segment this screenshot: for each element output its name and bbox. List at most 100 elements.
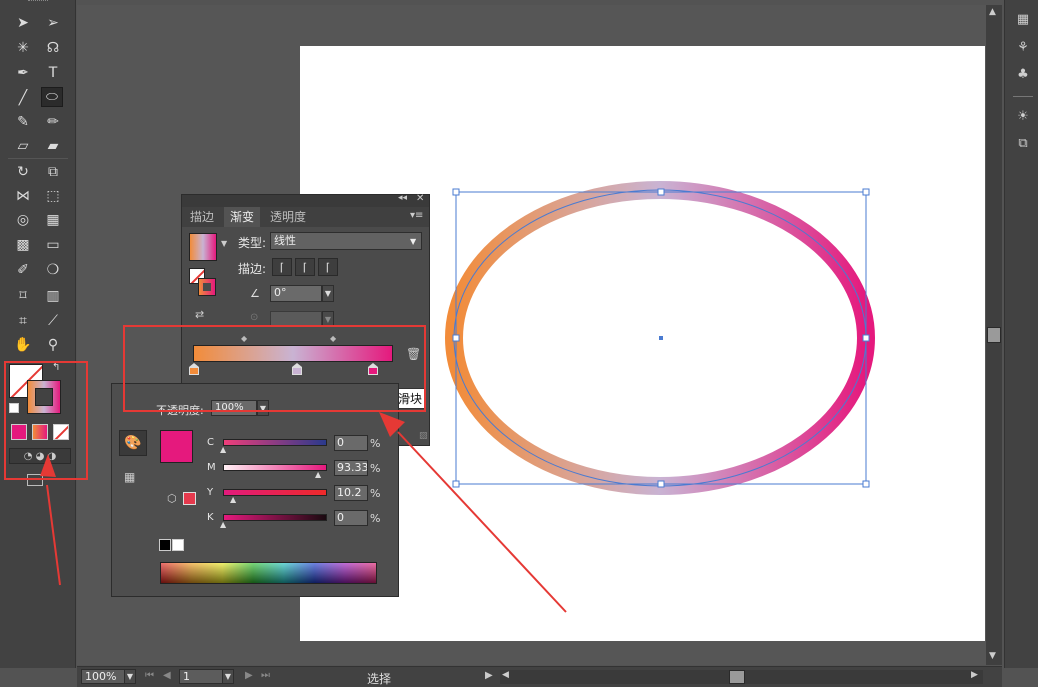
angle-dropdown-icon[interactable]: ▼ <box>322 285 334 302</box>
column-graph-icon[interactable]: ▥ <box>42 286 64 306</box>
last-artboard-icon[interactable]: ⏭ <box>261 670 270 681</box>
lasso-icon[interactable]: ☊ <box>42 38 64 58</box>
m-slider[interactable] <box>223 464 327 471</box>
y-value-field[interactable]: 10.2 <box>334 485 368 501</box>
tab-gradient[interactable]: 渐变 <box>224 207 261 227</box>
blob-brush-icon[interactable]: ▱ <box>12 136 34 156</box>
stroke-gradient-along-icon[interactable]: ⌈ <box>295 258 315 276</box>
vertical-scrollbar[interactable]: ▲ ▼ <box>986 5 1002 665</box>
close-panel-icon[interactable]: ✕ <box>416 193 424 204</box>
c-value-field[interactable]: 0 <box>334 435 368 451</box>
y-slider-thumb[interactable]: ▲ <box>230 495 236 504</box>
k-slider[interactable] <box>223 514 327 521</box>
stroke-indicator[interactable] <box>198 278 216 296</box>
mesh-icon[interactable]: ▩ <box>12 235 34 255</box>
eraser-icon[interactable]: ▰ <box>42 136 64 156</box>
vertical-scroll-thumb[interactable] <box>987 327 1001 343</box>
zoom-field[interactable]: 100% <box>81 669 125 684</box>
type-dropdown-icon[interactable]: ▼ <box>410 237 416 246</box>
k-value-field[interactable]: 0 <box>334 510 368 526</box>
tab-transparency[interactable]: 透明度 <box>264 207 312 227</box>
type-label: 类型: <box>238 236 267 250</box>
toolbar-grip[interactable] <box>28 0 48 4</box>
c-slider[interactable] <box>223 439 327 446</box>
collapse-panel-icon[interactable]: ◂◂ <box>398 193 407 203</box>
black-swatch[interactable] <box>159 539 171 551</box>
right-panel-dock: ▦ ⚘ ♣ ☀ ⧉ <box>1004 0 1038 668</box>
selection-bounding-box[interactable] <box>450 186 874 492</box>
zoom-icon[interactable]: ⚲ <box>42 335 64 355</box>
width-icon[interactable]: ⋈ <box>12 186 34 206</box>
artboard-number-field[interactable]: 1 <box>179 669 223 684</box>
perspective-grid-icon[interactable]: ▦ <box>42 210 64 230</box>
stroke-gradient-within-icon[interactable]: ⌈ <box>272 258 292 276</box>
scroll-up-icon[interactable]: ▲ <box>989 7 996 17</box>
ellipse-icon[interactable]: ⬭ <box>41 87 63 107</box>
pen-icon[interactable]: ✒ <box>12 63 34 83</box>
selection-icon[interactable]: ➤ <box>12 13 34 33</box>
reverse-gradient-icon[interactable]: ⇄ <box>195 308 204 321</box>
hand-icon[interactable]: ✋ <box>12 335 34 355</box>
paintbrush-icon[interactable]: ✎ <box>12 112 34 132</box>
stroke-gradient-across-icon[interactable]: ⌈ <box>318 258 338 276</box>
angle-icon: ∠ <box>250 287 260 300</box>
symbols-icon[interactable]: ♣ <box>1013 65 1033 83</box>
gradient-type-select[interactable]: 线性 <box>270 232 422 250</box>
current-color-swatch[interactable] <box>160 430 193 463</box>
panel-title-bar[interactable]: ◂◂ ✕ <box>182 193 429 207</box>
color-panel-tab-icon[interactable]: 🎨 <box>119 430 147 456</box>
swatches-icon[interactable]: ▦ <box>1013 10 1033 28</box>
channel-label-c: C <box>207 437 214 448</box>
k-unit: % <box>370 512 381 525</box>
symbol-sprayer-icon[interactable]: ⌑ <box>12 286 34 306</box>
resize-grip-icon[interactable]: ▨ <box>419 431 428 441</box>
horizontal-scroll-thumb[interactable] <box>729 670 745 684</box>
tab-stroke[interactable]: 描边 <box>184 207 220 227</box>
horizontal-scrollbar[interactable]: ◀ ▶ <box>500 670 983 684</box>
color-panel: 不透明度: 100% ▼ 🎨 ▦ ⬡ C ▲ 0 % M ▲ 93.33 % Y… <box>111 383 399 597</box>
zoom-dropdown-icon[interactable]: ▼ <box>124 669 136 684</box>
k-slider-thumb[interactable]: ▲ <box>220 520 226 529</box>
artboard-dropdown-icon[interactable]: ▼ <box>222 669 234 684</box>
status-menu-icon[interactable]: ▶ <box>485 670 493 681</box>
color-guide-tab-icon[interactable]: ▦ <box>124 470 135 484</box>
layers-icon[interactable]: ⧉ <box>1013 134 1033 152</box>
eyedropper-icon[interactable]: ✐ <box>12 260 34 280</box>
next-artboard-icon[interactable]: ▶ <box>245 670 253 681</box>
type-icon[interactable]: T <box>42 63 64 83</box>
slice-icon[interactable]: ⟋ <box>42 311 64 331</box>
pencil-icon[interactable]: ✏ <box>42 112 64 132</box>
prev-artboard-icon[interactable]: ◀ <box>163 670 171 681</box>
angle-field[interactable]: 0° <box>270 285 322 302</box>
stroke-label: 描边: <box>238 262 267 276</box>
line-icon[interactable]: ╱ <box>12 88 34 108</box>
scroll-down-icon[interactable]: ▼ <box>989 651 996 661</box>
first-artboard-icon[interactable]: ⏮ <box>145 670 154 681</box>
panel-menu-icon[interactable]: ▾≡ <box>410 210 423 221</box>
direct-selection-icon[interactable]: ➢ <box>42 13 64 33</box>
gradient-preview-swatch[interactable] <box>189 233 217 261</box>
scroll-right-icon[interactable]: ▶ <box>971 670 978 680</box>
m-slider-thumb[interactable]: ▲ <box>315 470 321 479</box>
appearance-icon[interactable]: ☀ <box>1013 107 1033 125</box>
rotate-icon[interactable]: ↻ <box>12 162 34 182</box>
shape-builder-icon[interactable]: ◎ <box>12 210 34 230</box>
color-spectrum-bar[interactable] <box>160 562 377 584</box>
out-of-gamut-icon: ⬡ <box>167 492 177 505</box>
gradient-slider-highlight-box <box>123 325 426 412</box>
c-slider-thumb[interactable]: ▲ <box>220 445 226 454</box>
magic-wand-icon[interactable]: ✳ <box>12 38 34 58</box>
blend-icon[interactable]: ❍ <box>42 260 64 280</box>
scroll-left-icon[interactable]: ◀ <box>502 670 509 680</box>
artboard-icon[interactable]: ⌗ <box>12 311 34 331</box>
scale-icon[interactable]: ⧉ <box>42 162 64 182</box>
brushes-icon[interactable]: ⚘ <box>1013 38 1033 56</box>
white-swatch[interactable] <box>172 539 184 551</box>
y-slider[interactable] <box>223 489 327 496</box>
free-transform-icon[interactable]: ⬚ <box>42 186 64 206</box>
y-unit: % <box>370 487 381 500</box>
gradient-preset-dropdown-icon[interactable]: ▼ <box>221 239 227 248</box>
gradient-icon[interactable]: ▭ <box>42 235 64 255</box>
gamut-color-chip[interactable] <box>183 492 196 505</box>
m-value-field[interactable]: 93.33 <box>334 460 368 476</box>
